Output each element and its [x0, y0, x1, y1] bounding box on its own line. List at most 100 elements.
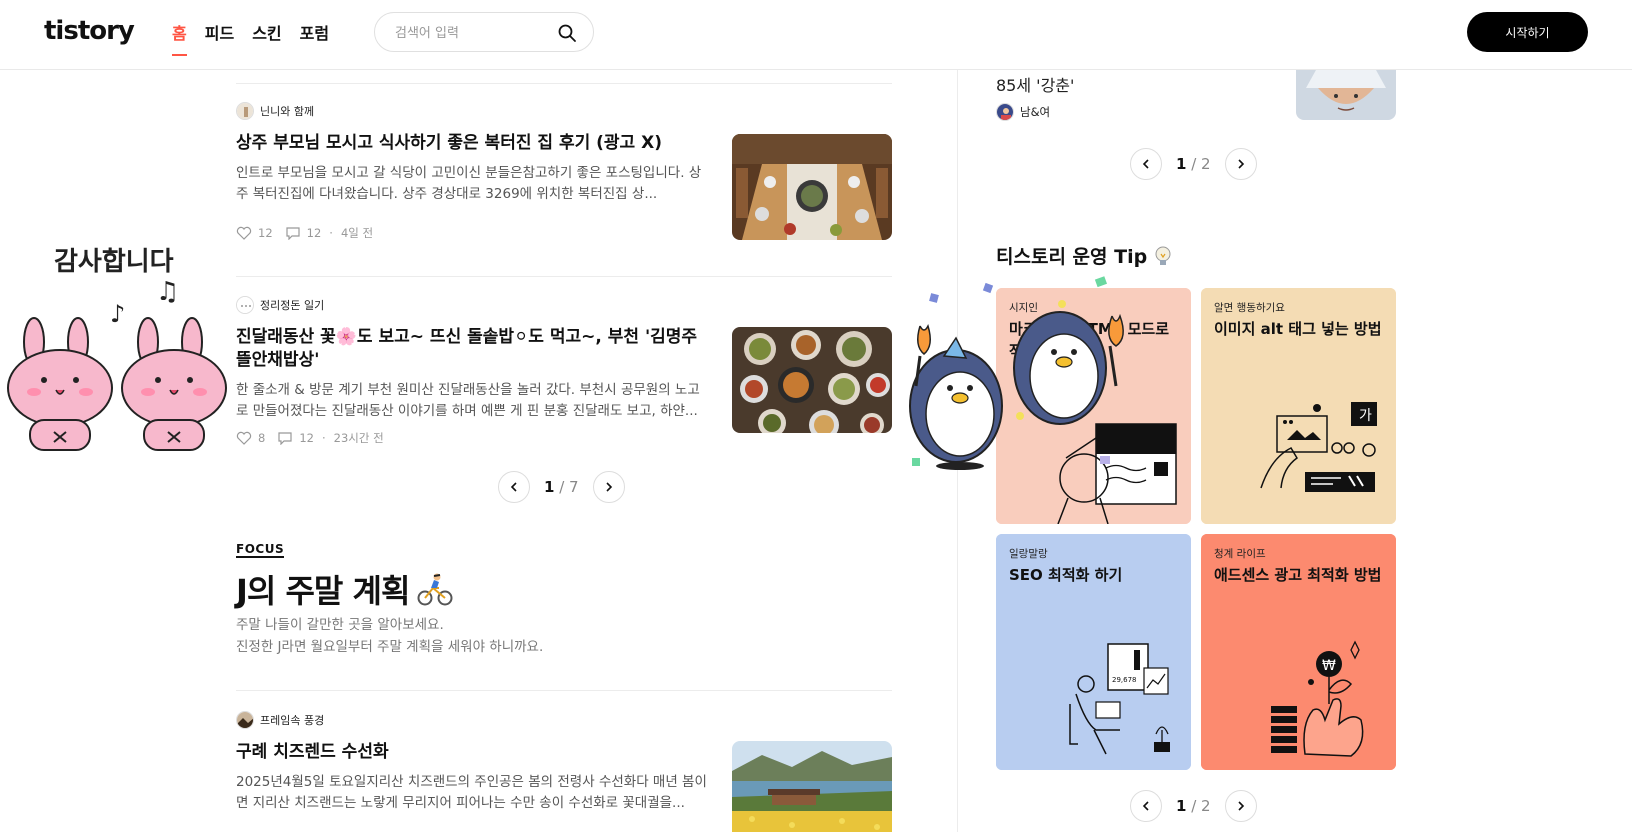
svg-text:♫: ♫	[156, 277, 179, 307]
tip-title: 이미지 alt 태그 넣는 방법	[1214, 320, 1382, 338]
prev-page-button[interactable]	[1130, 148, 1162, 180]
comment-icon[interactable]	[285, 226, 301, 240]
chevron-left-icon	[1142, 159, 1149, 169]
next-page-button[interactable]	[1224, 148, 1257, 180]
nav-feed[interactable]: 피드	[205, 20, 234, 50]
celebrating-penguins-icon	[909, 276, 1124, 470]
post-time: 4일 전	[340, 226, 374, 240]
post-thumbnail[interactable]	[732, 741, 892, 832]
author-name: 닌니와 함께	[260, 105, 315, 118]
total-pages: / 2	[1191, 155, 1211, 173]
chevron-left-icon	[510, 482, 517, 492]
comment-count: 12	[299, 431, 314, 445]
post-card[interactable]: 닌니와 함께 상주 부모님 모시고 식사하기 좋은 복터진 집 후기 (광고 X…	[236, 102, 892, 241]
nav-skin[interactable]: 스킨	[252, 20, 281, 50]
penguin-sticker	[900, 276, 1140, 500]
next-page-button[interactable]	[592, 471, 625, 503]
focus-title: J의 주말 계획	[236, 566, 453, 612]
tip-title: 애드센스 광고 최적화 방법	[1214, 566, 1382, 584]
heart-icon[interactable]	[236, 431, 252, 445]
search-icon[interactable]	[557, 23, 577, 43]
tip-category: 일랑말랑	[1009, 548, 1048, 560]
focus-label: FOCUS	[236, 542, 285, 558]
avatar	[236, 102, 254, 120]
main-nav: 홈 피드 스킨 포럼	[172, 20, 329, 56]
author-name: 프레임속 풍경	[260, 714, 325, 727]
like-count: 12	[258, 226, 273, 240]
post-title[interactable]: 진달래동산 꽃🌸도 보고~ 뜨신 돌솥밥⚪도 먹고~, 부천 '김명주뜰안채밥상…	[236, 326, 706, 372]
nav-forum[interactable]: 포럼	[300, 20, 329, 50]
post-thumbnail[interactable]	[732, 327, 892, 433]
divider	[236, 276, 892, 277]
chevron-left-icon	[1142, 801, 1149, 811]
post-title[interactable]: 구례 치즈렌드 수선화	[236, 741, 710, 764]
next-page-button[interactable]	[1224, 790, 1257, 822]
tips-heading: 티스토리 운영 Tip	[996, 242, 1173, 269]
cyclist-icon	[417, 573, 453, 606]
chevron-right-icon	[1238, 801, 1244, 811]
start-button[interactable]: 시작하기	[1467, 12, 1588, 52]
svg-text:가: 가	[1359, 408, 1372, 424]
tip-card[interactable]: ₩ 청계 라이프 애드센스 광고 최적화 방법	[1201, 534, 1396, 770]
post-excerpt: 한 줄소개 & 방문 계기 부천 원미산 진달래동산을 놀러 갔다. 부천시 공…	[236, 382, 700, 419]
tips-pager: 1 / 2	[1130, 790, 1257, 822]
tip-category: 청계 라이프	[1214, 548, 1266, 560]
total-pages: / 7	[559, 478, 579, 496]
tistory-logo[interactable]: tistory	[44, 16, 135, 46]
tip-card[interactable]: 가 알면 행동하기요 이미지 alt 태그 넣는 방법	[1201, 288, 1396, 524]
post-author[interactable]: 정리정돈 일기	[236, 296, 892, 314]
thank-you-bunny-icon: 감사합니다 ♪ ♫	[7, 247, 227, 451]
avatar	[996, 103, 1014, 121]
chevron-right-icon	[1238, 159, 1244, 169]
author-name: 정리정돈 일기	[260, 299, 325, 312]
lightbulb-icon	[1155, 246, 1171, 265]
tip-category: 알면 행동하기요	[1214, 302, 1285, 314]
comment-icon[interactable]	[277, 431, 293, 445]
bunny-sticker: 감사합니다 ♪ ♫	[4, 240, 236, 470]
post-card[interactable]: 정리정돈 일기 진달래동산 꽃🌸도 보고~ 뜨신 돌솥밥⚪도 먹고~, 부천 '…	[236, 296, 892, 446]
post-time: 23시간 전	[333, 431, 384, 445]
focus-desc-line: 주말 나들이 갈만한 곳을 알아보세요.	[236, 617, 444, 633]
post-author[interactable]: 프레임속 풍경	[236, 711, 892, 729]
search-box	[374, 12, 594, 52]
sidebar-post-title[interactable]: 85세 '강춘'	[996, 72, 1074, 96]
post-author[interactable]: 닌니와 함께	[236, 102, 892, 120]
like-count: 8	[258, 431, 266, 445]
svg-text:♪: ♪	[110, 300, 125, 328]
comment-count: 12	[306, 226, 322, 240]
prev-page-button[interactable]	[498, 471, 530, 503]
prev-page-button[interactable]	[1130, 790, 1162, 822]
focus-title-text: J의 주말 계획	[236, 572, 410, 610]
nav-home[interactable]: 홈	[172, 20, 187, 56]
post-title[interactable]: 상주 부모님 모시고 식사하기 좋은 복터진 집 후기 (광고 X)	[236, 132, 710, 155]
divider	[236, 83, 892, 84]
post-card[interactable]: 프레임속 풍경 구례 치즈렌드 수선화 2025년4월5일 토요일지리산 치즈랜…	[236, 711, 892, 832]
meta-separator: ·	[329, 226, 333, 240]
chevron-right-icon	[606, 482, 612, 492]
meta-separator: ·	[321, 431, 326, 445]
avatar	[236, 711, 254, 729]
current-page: 1	[1176, 155, 1187, 173]
author-name: 남&여	[1020, 105, 1051, 119]
tip-card[interactable]: 29,678 일랑말랑 SEO 최적화 하기	[996, 534, 1191, 770]
svg-text:₩: ₩	[1322, 658, 1336, 674]
divider	[236, 690, 892, 691]
top-header: tistory 홈 피드 스킨 포럼 시작하기	[0, 0, 1632, 70]
current-page: 1	[544, 478, 555, 496]
main-pager: 1 / 7	[498, 471, 625, 503]
tips-heading-text: 티스토리 운영 Tip	[996, 246, 1148, 268]
post-thumbnail[interactable]	[732, 134, 892, 240]
avatar	[236, 296, 254, 314]
total-pages: / 2	[1191, 797, 1211, 815]
sidebar-post-thumbnail[interactable]	[1296, 70, 1396, 120]
svg-text:29,678: 29,678	[1112, 676, 1137, 684]
focus-desc-line: 진정한 J라면 월요일부터 주말 계획을 세워야 하니까요.	[236, 639, 544, 655]
post-excerpt: 인트로 부모님을 모시고 갈 식당이 고민이신 분들은참고하기 좋은 포스팅입니…	[236, 165, 702, 202]
search-input[interactable]	[395, 23, 545, 43]
heart-icon[interactable]	[236, 226, 252, 240]
post-excerpt: 2025년4월5일 토요일지리산 치즈랜드의 주인공은 봄의 전령사 수선화다 …	[236, 774, 707, 811]
sidebar-post-author[interactable]: 남&여	[996, 103, 1050, 121]
tip-title: SEO 최적화 하기	[1009, 566, 1123, 584]
sidebar-pager: 1 / 2	[1130, 148, 1257, 180]
sticker-text: 감사합니다	[54, 247, 174, 277]
